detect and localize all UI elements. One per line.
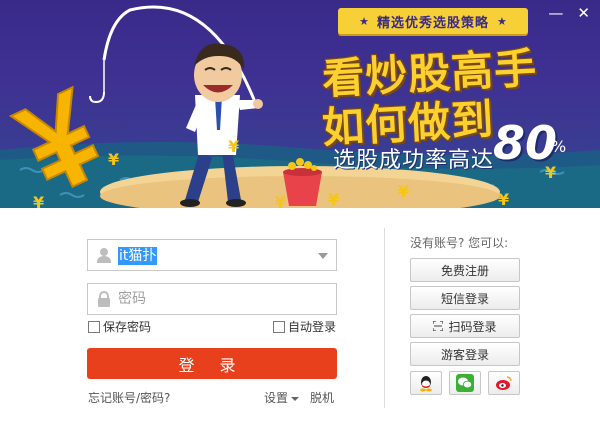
- vertical-divider: [384, 228, 385, 408]
- wechat-icon: [456, 374, 474, 392]
- svg-text:¥: ¥: [228, 137, 239, 156]
- svg-text:¥: ¥: [275, 193, 286, 208]
- minimize-icon[interactable]: —: [548, 6, 563, 21]
- qq-icon: [420, 376, 432, 392]
- password-input[interactable]: [118, 288, 308, 310]
- svg-text:¥: ¥: [498, 190, 509, 208]
- ribbon-text: 精选优秀选股策略: [376, 15, 489, 31]
- password-field[interactable]: [87, 283, 337, 315]
- wechat-login-button[interactable]: [449, 371, 481, 395]
- username-value[interactable]: it猫扑: [118, 247, 158, 265]
- scan-login-button[interactable]: 扫码登录: [410, 314, 520, 338]
- checkbox-box[interactable]: [88, 320, 100, 333]
- guest-login-button[interactable]: 游客登录: [410, 342, 520, 366]
- promo-ribbon: ★ 精选优秀选股策略 ★: [338, 8, 528, 34]
- caret-down-icon: [291, 396, 300, 401]
- lock-icon: [98, 291, 110, 307]
- weibo-icon: [496, 376, 512, 390]
- checkbox-box[interactable]: [273, 320, 285, 333]
- sms-login-button[interactable]: 短信登录: [410, 286, 520, 310]
- close-icon[interactable]: ✕: [577, 6, 590, 21]
- no-account-text: 没有账号? 您可以:: [410, 236, 509, 250]
- svg-text:¥: ¥: [108, 150, 119, 169]
- svg-text:¥: ¥: [398, 182, 409, 201]
- weibo-login-button[interactable]: [488, 371, 520, 395]
- auto-login-label: 自动登录: [288, 320, 337, 334]
- svg-text:¥: ¥: [328, 190, 339, 208]
- remember-password-label: 保存密码: [103, 320, 152, 334]
- chevron-down-icon[interactable]: [318, 253, 328, 259]
- offline-link[interactable]: 脱机: [310, 389, 334, 406]
- scan-icon: [433, 321, 444, 331]
- settings-link[interactable]: 设置: [264, 389, 300, 406]
- star-icon: ★: [497, 14, 507, 28]
- promo-banner: ¥ ¥ ¥ ¥ ¥ ¥ ¥ ¥ — ✕ ★ 精选优秀选股策略 ★ 看炒股高手 如…: [0, 0, 600, 208]
- settings-label: 设置: [264, 391, 289, 405]
- login-button[interactable]: 登 录: [87, 348, 337, 379]
- banner-percent-sign: %: [551, 137, 567, 156]
- username-field[interactable]: it猫扑: [87, 239, 337, 271]
- user-icon: [97, 248, 111, 263]
- scan-login-label: 扫码登录: [448, 319, 497, 334]
- star-icon: ★: [359, 14, 369, 28]
- qq-login-button[interactable]: [410, 371, 442, 395]
- svg-text:¥: ¥: [33, 193, 44, 208]
- remember-password-checkbox[interactable]: 保存密码: [88, 318, 151, 335]
- forgot-password-link[interactable]: 忘记账号/密码?: [88, 389, 170, 406]
- banner-subline: 选股成功率高达: [333, 148, 495, 173]
- register-button[interactable]: 免费注册: [410, 258, 520, 282]
- banner-percent-value: 80: [493, 116, 558, 170]
- auto-login-checkbox[interactable]: 自动登录: [273, 318, 336, 335]
